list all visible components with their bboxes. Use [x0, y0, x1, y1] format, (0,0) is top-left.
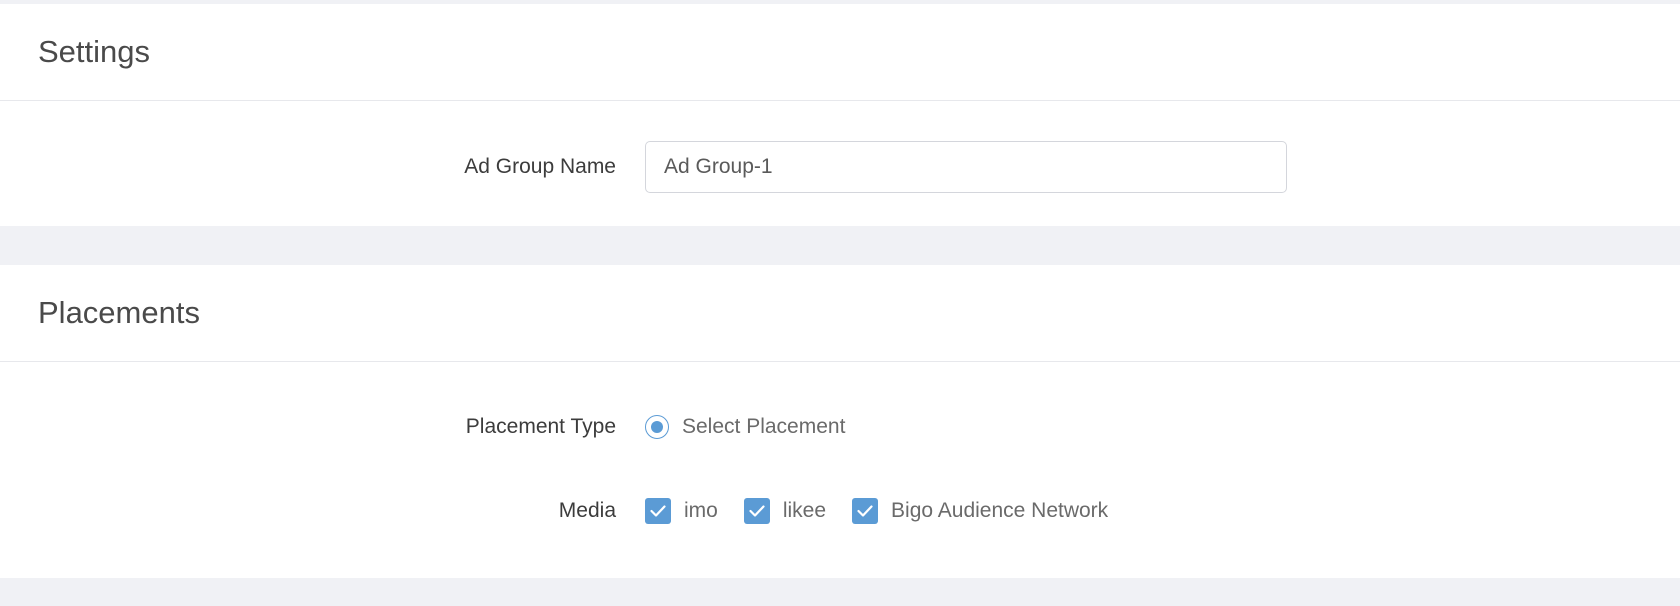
- placement-type-row: Placement Type Select Placement: [0, 401, 1680, 453]
- placements-title: Placements: [38, 295, 200, 330]
- settings-card: Settings Ad Group Name: [0, 4, 1680, 226]
- ad-group-name-row: Ad Group Name: [0, 141, 1680, 193]
- page: Settings Ad Group Name Placements Placem…: [0, 0, 1680, 606]
- placements-header: Placements: [0, 265, 1680, 362]
- bigo-audience-network-checkbox[interactable]: [852, 498, 879, 524]
- checkmark-icon: [857, 505, 873, 517]
- bigo-audience-network-label: Bigo Audience Network: [891, 499, 1109, 522]
- media-option-likee[interactable]: likee: [743, 498, 827, 524]
- media-option-imo[interactable]: imo: [645, 498, 718, 524]
- checkmark-icon: [749, 505, 765, 517]
- placement-type-control: Select Placement: [645, 415, 845, 439]
- placements-card: Placements Placement Type Select Placeme…: [0, 265, 1680, 578]
- imo-checkbox[interactable]: [645, 498, 671, 524]
- ad-group-name-input[interactable]: [645, 141, 1287, 193]
- media-control: imo likee Bigo Audience Network: [645, 498, 1134, 524]
- radio-selected-dot: [651, 421, 663, 433]
- select-placement-radio-option[interactable]: Select Placement: [645, 415, 845, 439]
- media-row: Media imo likee Bigo Audience Network: [0, 485, 1680, 537]
- media-label: Media: [558, 499, 616, 522]
- likee-label: likee: [782, 499, 827, 522]
- ad-group-name-label: Ad Group Name: [464, 155, 616, 178]
- settings-header: Settings: [0, 4, 1680, 101]
- likee-checkbox[interactable]: [743, 498, 770, 524]
- settings-title: Settings: [38, 34, 151, 69]
- placement-type-label: Placement Type: [465, 415, 616, 438]
- checkmark-icon: [650, 505, 666, 517]
- media-option-bigo-audience-network[interactable]: Bigo Audience Network: [852, 498, 1108, 524]
- imo-label: imo: [684, 499, 718, 522]
- select-placement-label: Select Placement: [682, 415, 846, 438]
- select-placement-radio[interactable]: [645, 415, 669, 439]
- ad-group-name-control: [645, 141, 1287, 193]
